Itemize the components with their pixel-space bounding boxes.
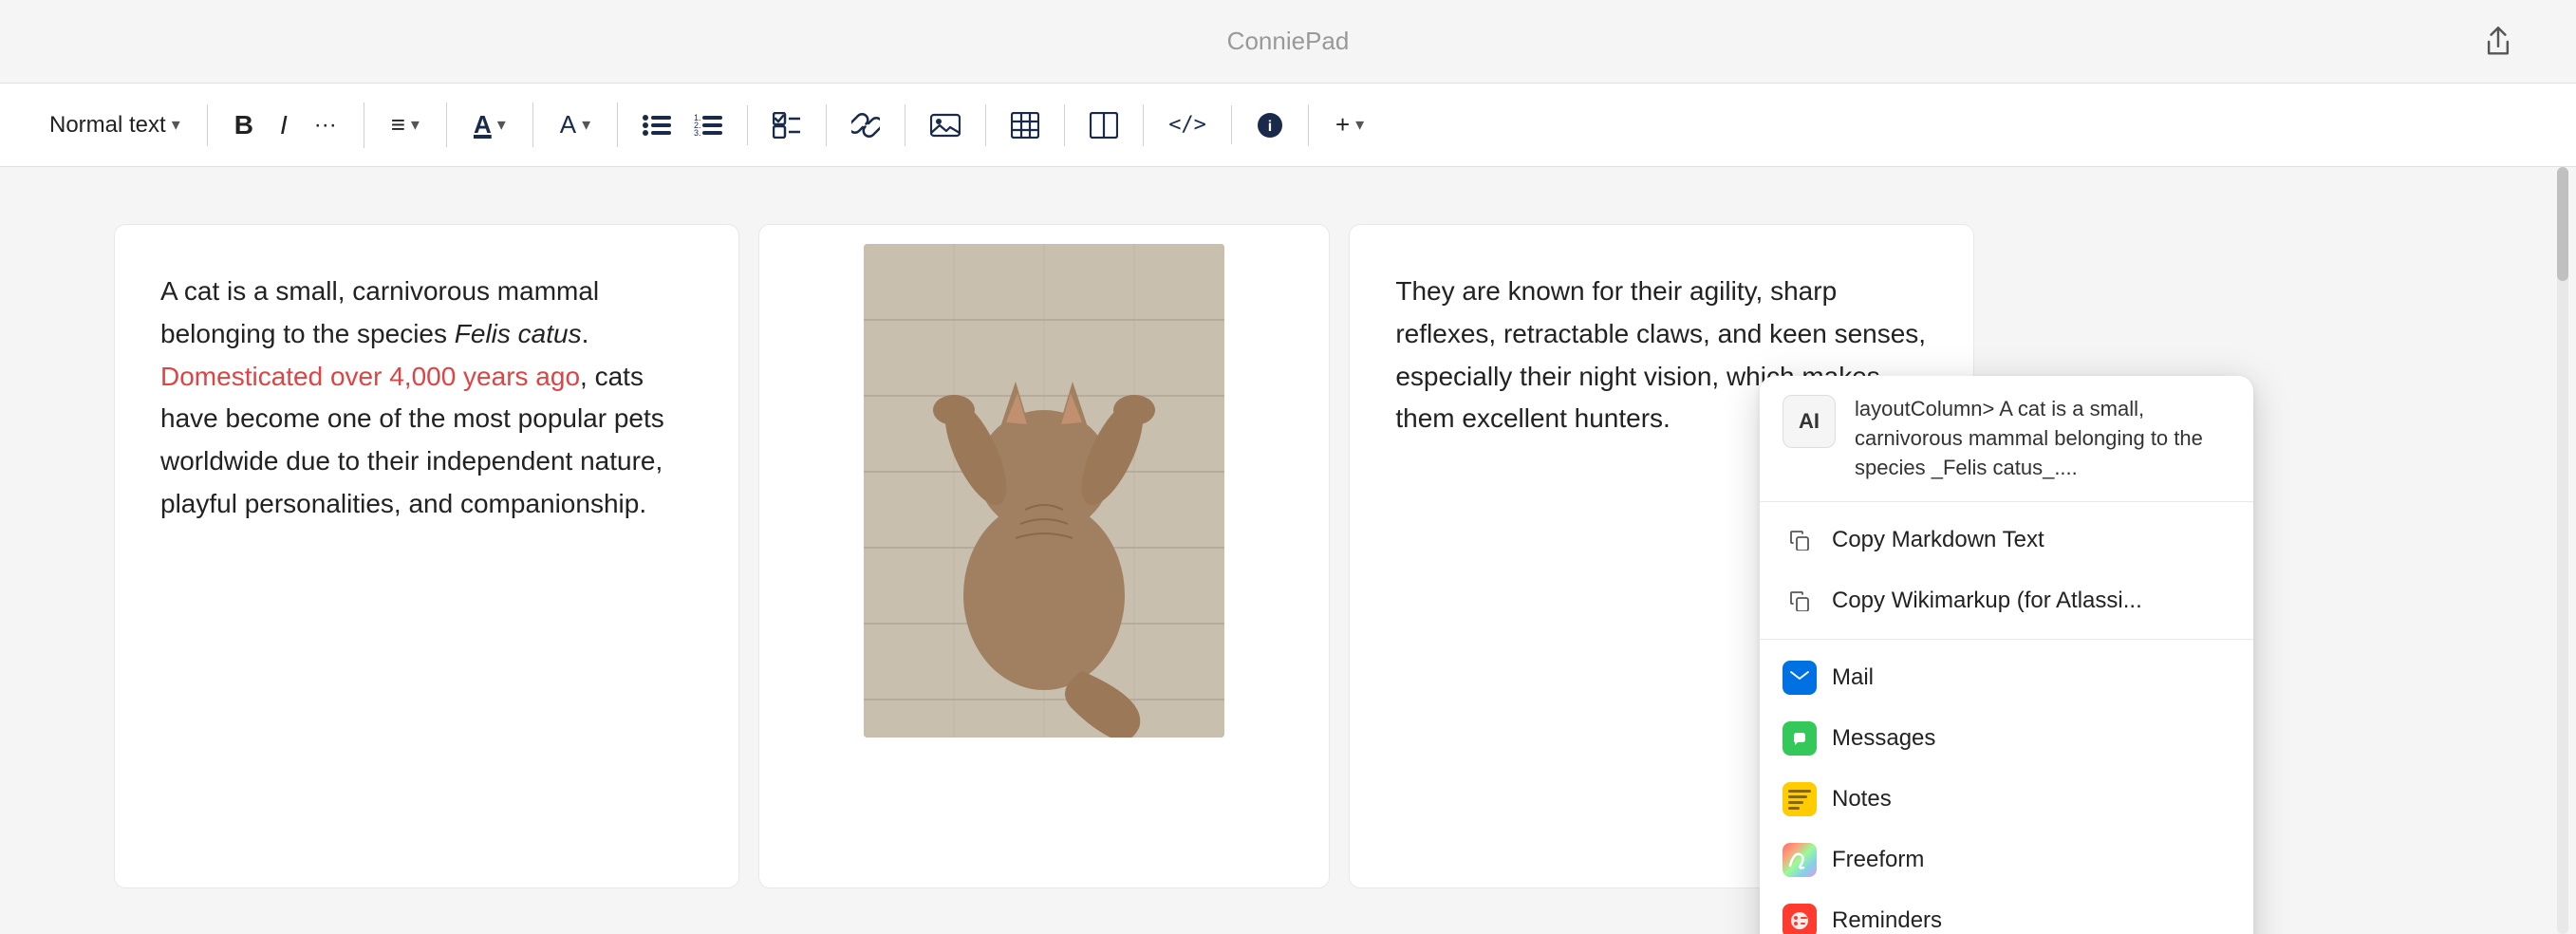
menu-header: AI layoutColumn> A cat is a small, carni… [1760,376,2253,502]
chevron-down-icon: ▾ [497,115,506,135]
font-color-button[interactable]: A ▾ [462,103,517,147]
share-dropdown-menu: AI layoutColumn> A cat is a small, carni… [1760,376,2253,934]
menu-item-copy-markdown[interactable]: Copy Markdown Text [1760,510,2253,570]
numbered-list-button[interactable]: 1. 2. 3. [684,105,732,145]
info-button[interactable]: i [1247,104,1293,146]
font-color-group: A ▾ [447,103,533,147]
reminders-icon [1783,904,1817,934]
more-formatting-button[interactable]: ··· [303,104,348,146]
messages-icon [1783,721,1817,756]
align-button[interactable]: ≡ ▾ [380,103,431,147]
bold-button[interactable]: B [223,103,265,148]
link-group [827,104,905,146]
columns-button[interactable] [1080,104,1128,146]
chevron-down-icon: ▾ [582,115,590,135]
list-group: 1. 2. 3. [618,105,748,145]
menu-item-messages[interactable]: Messages [1760,708,2253,769]
reminders-label: Reminders [1832,907,1942,934]
scrollbar-thumb[interactable] [2557,167,2568,281]
text-style-label: Normal text [49,112,166,139]
image-group [905,104,986,146]
freeform-icon [1783,843,1817,877]
mail-label: Mail [1832,664,1874,691]
formatting-group: B I ··· [208,103,364,148]
italic-button[interactable]: I [269,103,299,148]
align-icon: ≡ [391,110,405,140]
code-button[interactable]: </> [1159,105,1216,144]
menu-item-mail[interactable]: Mail [1760,647,2253,708]
messages-label: Messages [1832,725,1935,752]
table-group [986,104,1065,146]
chevron-down-icon: ▾ [411,115,420,135]
text-style-group: Normal text ▾ [38,104,208,146]
info-group: i [1232,104,1309,146]
copy-markdown-icon [1783,523,1817,557]
menu-item-copy-wikimarkup[interactable]: Copy Wikimarkup (for Atlassi... [1760,570,2253,631]
menu-item-freeform[interactable]: Freeform [1760,830,2253,890]
checklist-group [748,104,827,146]
share-button[interactable] [2477,21,2519,63]
columns-container: A cat is a small, carnivorous mammal bel… [114,224,1974,877]
add-button[interactable]: + ▾ [1324,103,1375,147]
notes-icon [1783,782,1817,816]
table-button[interactable] [1001,104,1049,146]
copy-wikimarkup-icon [1783,584,1817,618]
code-icon: </> [1168,113,1206,137]
ai-icon: AI [1783,395,1836,448]
menu-item-notes[interactable]: Notes [1760,769,2253,830]
mail-icon [1783,661,1817,695]
cat-image [864,244,1224,738]
title-bar: ConniePad [0,0,2576,84]
align-group: ≡ ▾ [364,103,447,147]
highlight-group: A ▾ [533,103,618,147]
column-1: A cat is a small, carnivorous mammal bel… [114,224,739,888]
font-color-icon: A [474,110,492,140]
main-content: A cat is a small, carnivorous mammal bel… [0,167,2576,934]
highlight-button[interactable]: A ▾ [549,103,602,147]
red-text: Domesticated over 4,000 years ago [160,362,580,391]
notes-label: Notes [1832,786,1892,813]
chevron-down-icon: ▾ [172,115,180,135]
highlight-icon: A [560,110,576,140]
copy-wikimarkup-label: Copy Wikimarkup (for Atlassi... [1832,588,2142,614]
add-group: + ▾ [1309,103,1391,147]
column-1-text: A cat is a small, carnivorous mammal bel… [160,271,693,526]
text-style-dropdown[interactable]: Normal text ▾ [38,104,192,146]
image-button[interactable] [921,104,970,146]
svg-text:i: i [1268,119,1272,135]
menu-section-share: Mail Messages [1760,639,2253,934]
plus-icon: + [1335,110,1350,140]
freeform-label: Freeform [1832,847,1924,873]
svg-text:3.: 3. [694,128,701,138]
menu-item-reminders[interactable]: Reminders [1760,890,2253,934]
checklist-button[interactable] [763,104,811,146]
scrollbar[interactable] [2557,167,2568,934]
columns-group [1065,104,1144,146]
app-title: ConniePad [1227,27,1350,56]
link-button[interactable] [842,104,889,146]
felis-catus-italic: Felis catus [455,319,582,348]
copy-markdown-label: Copy Markdown Text [1832,527,2044,553]
code-group: </> [1144,105,1232,144]
chevron-down-icon: ▾ [1355,115,1364,135]
column-2 [758,224,1331,888]
menu-header-text: layoutColumn> A cat is a small, carnivor… [1855,395,2231,482]
bullet-list-button[interactable] [633,105,681,145]
toolbar: Normal text ▾ B I ··· ≡ ▾ A ▾ A ▾ [0,84,2576,167]
menu-section-copy: Copy Markdown Text Copy Wikimarkup (for … [1760,502,2253,639]
